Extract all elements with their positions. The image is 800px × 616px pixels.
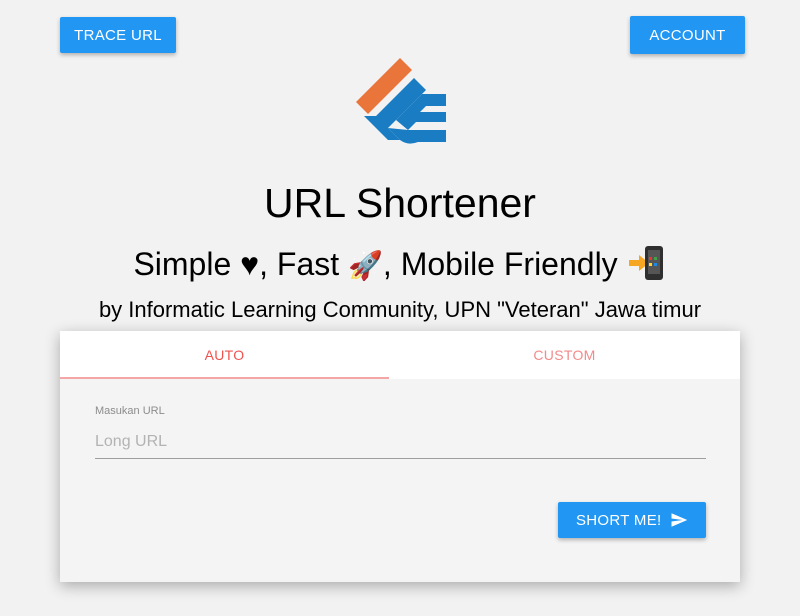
heart-icon: ♥ bbox=[240, 246, 260, 282]
subtitle: Simple ♥, Fast 🚀, Mobile Friendly bbox=[0, 244, 800, 286]
url-field-label: Masukan URL bbox=[95, 405, 165, 417]
short-me-label: SHORT ME! bbox=[576, 511, 662, 529]
tab-custom[interactable]: CUSTOM bbox=[389, 331, 740, 379]
tab-auto[interactable]: AUTO bbox=[60, 331, 389, 379]
account-button[interactable]: ACCOUNT bbox=[630, 16, 745, 54]
tab-bar: AUTO CUSTOM bbox=[60, 331, 740, 379]
page-title: URL Shortener bbox=[264, 180, 536, 226]
ilc-logo-icon bbox=[356, 58, 446, 144]
byline: by Informatic Learning Community, UPN "V… bbox=[98, 297, 702, 322]
rocket-icon: 🚀 bbox=[348, 249, 383, 282]
subtitle-word-mobile: Mobile Friendly bbox=[400, 246, 618, 282]
subtitle-word-fast: Fast bbox=[276, 246, 340, 282]
trace-url-button[interactable]: TRACE URL bbox=[60, 17, 176, 53]
active-tab-indicator bbox=[60, 377, 389, 379]
long-url-input[interactable] bbox=[95, 425, 706, 459]
send-icon bbox=[671, 513, 688, 527]
short-me-button[interactable]: SHORT ME! bbox=[558, 502, 706, 538]
mobile-arrow-icon bbox=[628, 246, 663, 280]
subtitle-word-simple: Simple bbox=[133, 246, 232, 282]
shortener-card: AUTO CUSTOM Masukan URL SHORT ME! bbox=[60, 331, 740, 582]
